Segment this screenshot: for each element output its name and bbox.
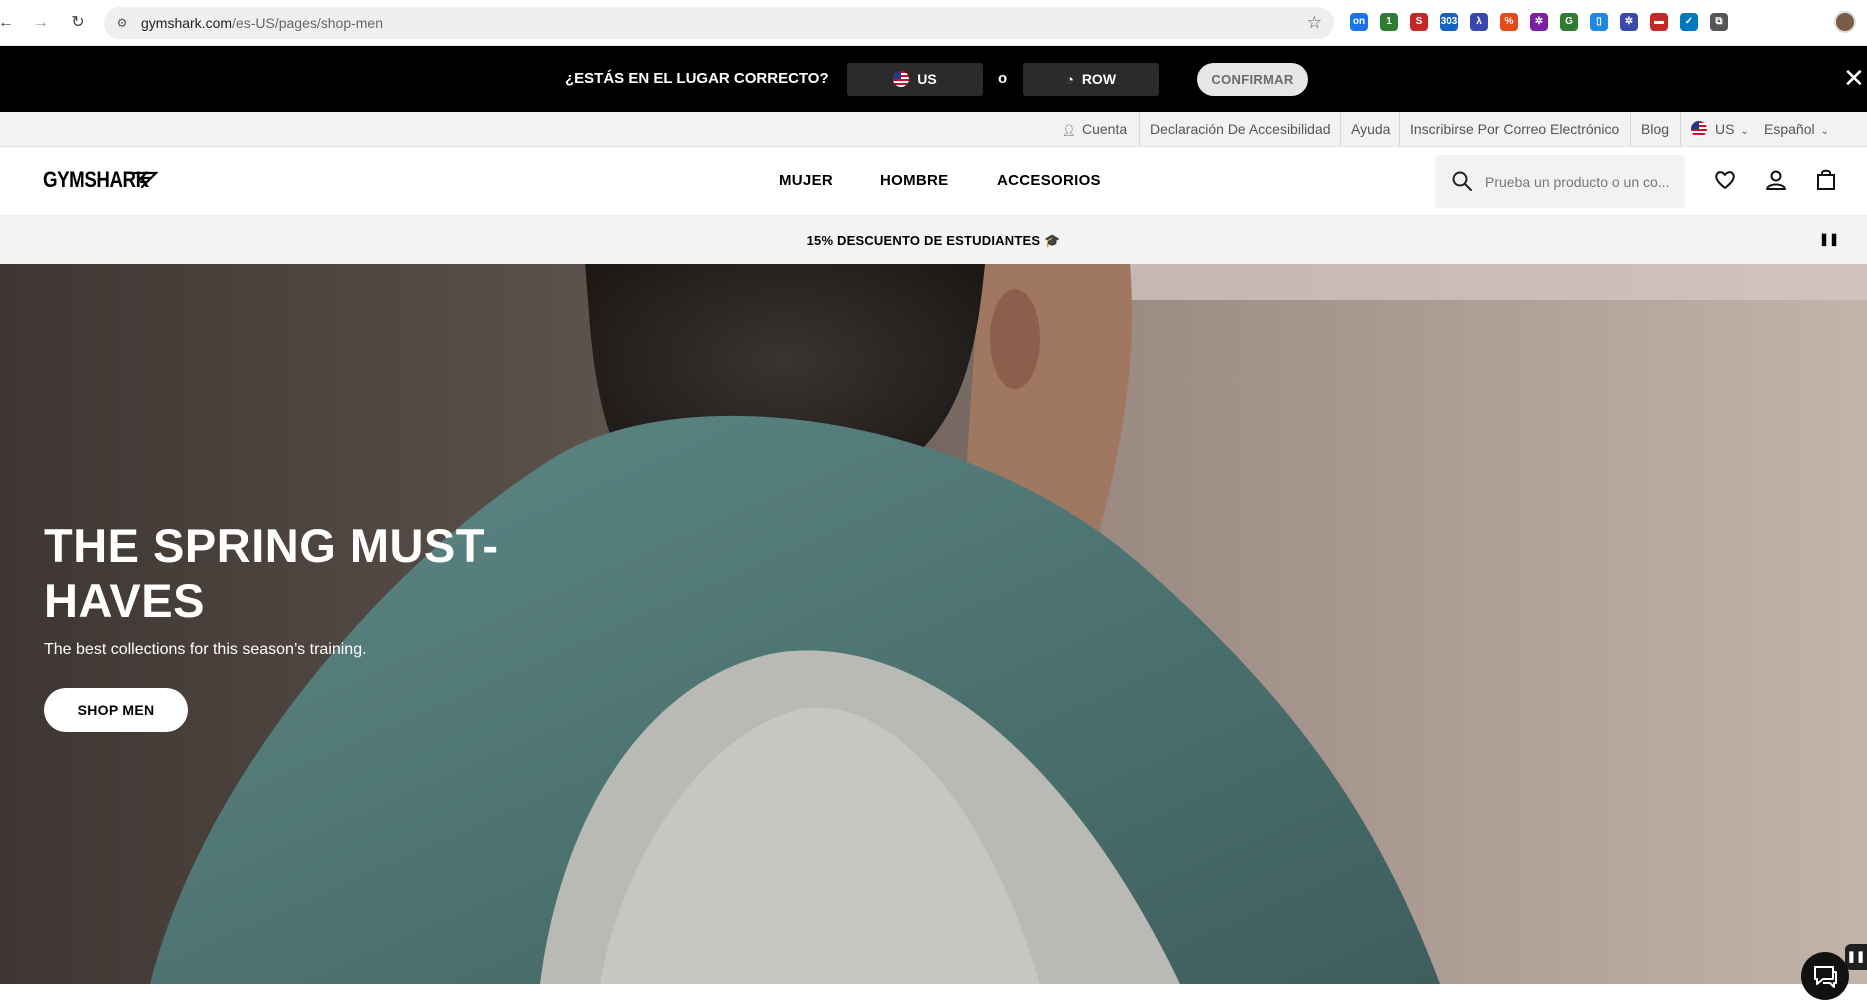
extension-icon[interactable]: ✲ [1530,13,1548,31]
pause-icon[interactable]: ❚❚ [1819,232,1839,246]
account-label: Cuenta [1081,121,1128,137]
promo-bar: 15% DESCUENTO DE ESTUDIANTES 🎓 ❚❚ [0,216,1867,264]
browser-toolbar: ← → ↻ ⚙ gymshark.com/es-US/pages/shop-me… [0,0,1867,46]
account-link[interactable]: 👤︎ Cuenta [1052,112,1137,147]
us-flag-icon [1691,121,1707,137]
url-path: /es-US/pages/shop-men [232,15,383,31]
bag-icon[interactable] [1813,167,1839,193]
promo-text[interactable]: 15% DESCUENTO DE ESTUDIANTES 🎓 [0,233,1867,249]
reload-icon[interactable]: ↻ [66,11,90,35]
hero-subtitle: The best collections for this season’s t… [44,641,367,658]
extension-icon[interactable]: ✲ [1620,13,1638,31]
user-icon: 👤︎ [1062,125,1076,137]
url-host: gymshark.com [141,15,233,31]
shark-logo-icon[interactable] [132,171,158,189]
extension-icon[interactable]: 1 [1380,13,1398,31]
chat-icon [1814,966,1837,988]
us-flag-icon [893,71,910,87]
extension-icon[interactable]: ▯ [1590,13,1608,31]
extension-icon[interactable]: G [1560,13,1578,31]
arrow-right-icon[interactable]: → [29,11,53,35]
region-or-text: o [998,70,1008,87]
language-selector[interactable]: Español ⌄ [1754,112,1839,147]
extension-icon[interactable]: ⧉ [1710,13,1728,31]
nav-mujer[interactable]: MUJER [779,172,833,189]
region-row-button[interactable]: ◔ ROW [1023,63,1159,96]
blog-link[interactable]: Blog [1630,112,1679,147]
hero-title: THE SPRING MUST-HAVES [44,519,499,627]
page-below-hero [0,984,1867,1006]
region-banner: ¿ESTÁS EN EL LUGAR CORRECTO? US o ◔ ROW C… [0,46,1867,112]
extension-icon[interactable]: 303 [1440,13,1458,31]
url-text[interactable]: gymshark.com/es-US/pages/shop-men [141,15,383,31]
confirm-button[interactable]: CONFIRMAR [1197,63,1308,96]
extension-icon[interactable]: ▬ [1650,13,1668,31]
extension-icon[interactable]: λ [1470,13,1488,31]
star-icon[interactable]: ☆ [1307,13,1322,33]
help-link[interactable]: Ayuda [1340,112,1400,147]
country-selector[interactable]: US ⌄ [1680,112,1759,147]
search-icon[interactable] [1451,170,1473,192]
heart-icon[interactable] [1712,167,1738,193]
search-box[interactable] [1435,155,1685,208]
globe-icon: ◔ [1065,72,1074,87]
chevron-down-icon: ⌄ [1820,126,1829,137]
email-signup-link[interactable]: Inscribirse Por Correo Electrónico [1399,112,1629,147]
search-input[interactable] [1485,155,1675,208]
close-icon[interactable]: ✕ [1843,65,1865,91]
shop-men-button[interactable]: SHOP MEN [44,688,188,732]
site-header: GYMSHARK MUJER HOMBRE ACCESORIOS [0,147,1867,216]
extension-icon[interactable]: ✓ [1680,13,1698,31]
nav-accesorios[interactable]: ACCESORIOS [997,172,1101,189]
hero-banner: THE SPRING MUST-HAVES The best collectio… [0,264,1867,984]
chat-button[interactable] [1801,952,1849,1000]
region-row-label: ROW [1081,71,1117,87]
chevron-down-icon: ⌄ [1740,126,1749,137]
region-us-button[interactable]: US [847,63,983,96]
user-icon[interactable] [1763,167,1789,193]
extension-icon[interactable]: % [1500,13,1518,31]
extension-icon[interactable]: on [1350,13,1368,31]
extension-icon[interactable]: S [1410,13,1428,31]
nav-hombre[interactable]: HOMBRE [880,172,948,189]
site-info-icon[interactable]: ⚙ [114,15,130,31]
profile-avatar[interactable] [1834,11,1856,33]
accessibility-link[interactable]: Declaración De Accesibilidad [1139,112,1341,147]
utility-bar: 👤︎ Cuenta Declaración De Accesibilidad Ay… [0,112,1867,147]
country-label: US [1715,121,1735,137]
arrow-left-icon[interactable]: ← [0,11,18,35]
language-label: Español [1764,121,1815,137]
region-question: ¿ESTÁS EN EL LUGAR CORRECTO? [565,70,829,87]
region-us-label: US [917,71,937,87]
address-bar[interactable]: ⚙ gymshark.com/es-US/pages/shop-men ☆ [104,7,1334,39]
